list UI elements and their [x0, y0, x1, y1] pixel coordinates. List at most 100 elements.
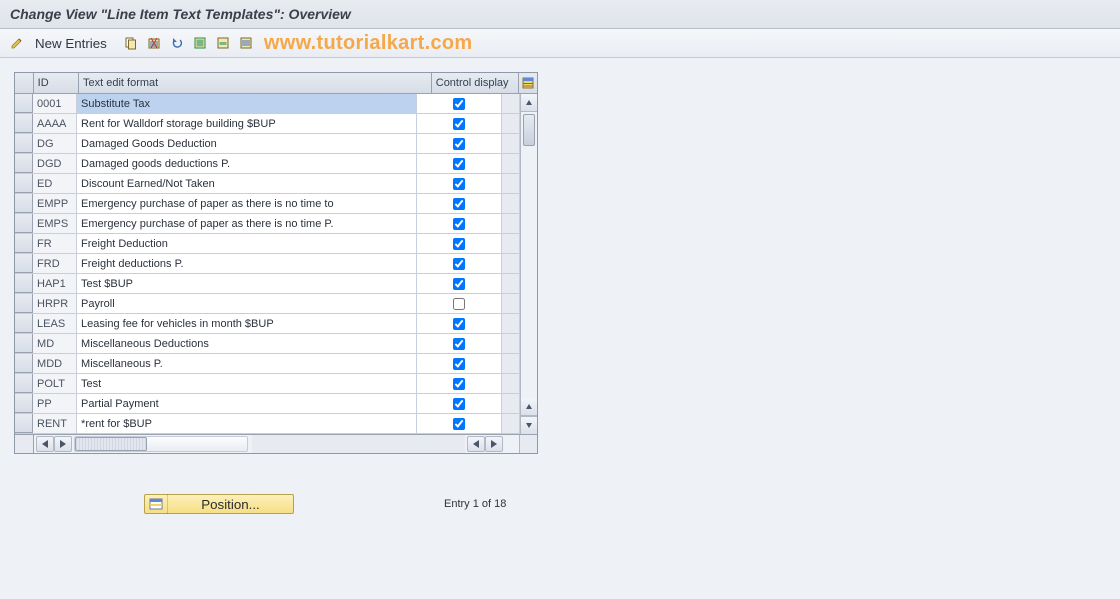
row-select-handle[interactable] [15, 154, 33, 173]
control-display-checkbox[interactable] [453, 338, 465, 350]
control-display-checkbox[interactable] [453, 378, 465, 390]
row-select-handle[interactable] [15, 394, 33, 413]
cell-text[interactable]: Miscellaneous Deductions [77, 334, 417, 353]
select-block-button[interactable] [212, 33, 234, 53]
control-display-checkbox[interactable] [453, 298, 465, 310]
cell-id[interactable]: HAP1 [33, 274, 77, 293]
cell-text[interactable]: Partial Payment [77, 394, 417, 413]
cell-id[interactable]: HRPR [33, 294, 77, 313]
scroll-left-button[interactable] [36, 436, 54, 452]
control-display-checkbox[interactable] [453, 118, 465, 130]
cell-id[interactable]: EMPS [33, 214, 77, 233]
row-select-handle[interactable] [15, 354, 33, 373]
col-header-id[interactable]: ID [34, 73, 79, 93]
row-select-handle[interactable] [15, 134, 33, 153]
table-row[interactable]: FRDFreight deductions P. [15, 254, 520, 274]
row-select-handle[interactable] [15, 314, 33, 333]
vertical-scrollbar[interactable] [520, 94, 537, 434]
control-display-checkbox[interactable] [453, 278, 465, 290]
control-display-checkbox[interactable] [453, 98, 465, 110]
cell-id[interactable]: 0001 [33, 94, 77, 113]
table-row[interactable]: FRFreight Deduction [15, 234, 520, 254]
cell-id[interactable]: FR [33, 234, 77, 253]
scroll-left-button-2[interactable] [467, 436, 485, 452]
h-scroll-track[interactable] [74, 436, 248, 452]
row-select-handle[interactable] [15, 334, 33, 353]
cell-text[interactable]: Test [77, 374, 417, 393]
scroll-track[interactable] [521, 112, 537, 398]
row-select-handle[interactable] [15, 234, 33, 253]
table-row[interactable]: AAAARent for Walldorf storage building $… [15, 114, 520, 134]
row-select-handle[interactable] [15, 174, 33, 193]
select-all-button[interactable] [189, 33, 211, 53]
table-row[interactable]: HAP1Test $BUP [15, 274, 520, 294]
table-row[interactable]: MDDMiscellaneous P. [15, 354, 520, 374]
row-select-handle[interactable] [15, 294, 33, 313]
control-display-checkbox[interactable] [453, 418, 465, 430]
table-row[interactable]: HRPRPayroll [15, 294, 520, 314]
col-header-ctrl[interactable]: Control display [432, 73, 520, 93]
cell-text[interactable]: Damaged Goods Deduction [77, 134, 417, 153]
cell-text[interactable]: Emergency purchase of paper as there is … [77, 214, 417, 233]
cell-id[interactable]: AAAA [33, 114, 77, 133]
delete-button[interactable] [143, 33, 165, 53]
cell-text[interactable]: *rent for $BUP [77, 414, 417, 433]
scroll-up-button[interactable] [521, 94, 537, 112]
cell-id[interactable]: DG [33, 134, 77, 153]
cell-id[interactable]: PP [33, 394, 77, 413]
horizontal-scrollbar-left[interactable] [34, 435, 252, 453]
cell-text[interactable]: Miscellaneous P. [77, 354, 417, 373]
control-display-checkbox[interactable] [453, 158, 465, 170]
table-row[interactable]: DGDDamaged goods deductions P. [15, 154, 520, 174]
col-header-select[interactable] [15, 73, 34, 93]
col-header-config[interactable] [519, 73, 537, 93]
cell-text[interactable]: Test $BUP [77, 274, 417, 293]
position-button[interactable]: Position... [144, 494, 294, 514]
control-display-checkbox[interactable] [453, 258, 465, 270]
cell-id[interactable]: POLT [33, 374, 77, 393]
table-row[interactable]: LEASLeasing fee for vehicles in month $B… [15, 314, 520, 334]
table-row[interactable]: RENT*rent for $BUP [15, 414, 520, 434]
cell-id[interactable]: MDD [33, 354, 77, 373]
control-display-checkbox[interactable] [453, 398, 465, 410]
table-row[interactable]: DGDamaged Goods Deduction [15, 134, 520, 154]
undo-button[interactable] [166, 33, 188, 53]
control-display-checkbox[interactable] [453, 138, 465, 150]
table-row[interactable]: POLTTest [15, 374, 520, 394]
row-select-handle[interactable] [15, 214, 33, 233]
deselect-all-button[interactable] [235, 33, 257, 53]
table-row[interactable]: EDDiscount Earned/Not Taken [15, 174, 520, 194]
cell-text[interactable]: Damaged goods deductions P. [77, 154, 417, 173]
table-row[interactable]: MDMiscellaneous Deductions [15, 334, 520, 354]
table-row[interactable]: PPPartial Payment [15, 394, 520, 414]
cell-id[interactable]: RENT [33, 414, 77, 433]
table-row[interactable]: EMPSEmergency purchase of paper as there… [15, 214, 520, 234]
cell-text[interactable]: Leasing fee for vehicles in month $BUP [77, 314, 417, 333]
scroll-right-button[interactable] [54, 436, 72, 452]
row-select-handle[interactable] [15, 114, 33, 133]
control-display-checkbox[interactable] [453, 218, 465, 230]
cell-id[interactable]: ED [33, 174, 77, 193]
h-scroll-thumb[interactable] [75, 437, 147, 451]
cell-text[interactable]: Payroll [77, 294, 417, 313]
row-select-handle[interactable] [15, 194, 33, 213]
control-display-checkbox[interactable] [453, 198, 465, 210]
row-select-handle[interactable] [15, 374, 33, 393]
horizontal-scrollbar-right[interactable] [465, 435, 519, 453]
row-select-handle[interactable] [15, 94, 33, 113]
cell-id[interactable]: EMPP [33, 194, 77, 213]
toggle-change-mode-button[interactable] [6, 33, 28, 53]
scroll-step-up-button[interactable] [521, 398, 537, 416]
cell-text[interactable]: Discount Earned/Not Taken [77, 174, 417, 193]
control-display-checkbox[interactable] [453, 358, 465, 370]
control-display-checkbox[interactable] [453, 238, 465, 250]
new-entries-button[interactable]: New Entries [29, 33, 119, 53]
cell-text[interactable]: Rent for Walldorf storage building $BUP [77, 114, 417, 133]
scroll-down-button[interactable] [521, 416, 537, 434]
cell-id[interactable]: LEAS [33, 314, 77, 333]
cell-text[interactable]: Emergency purchase of paper as there is … [77, 194, 417, 213]
cell-id[interactable]: DGD [33, 154, 77, 173]
row-select-handle[interactable] [15, 414, 33, 433]
control-display-checkbox[interactable] [453, 318, 465, 330]
scroll-thumb[interactable] [523, 114, 535, 146]
